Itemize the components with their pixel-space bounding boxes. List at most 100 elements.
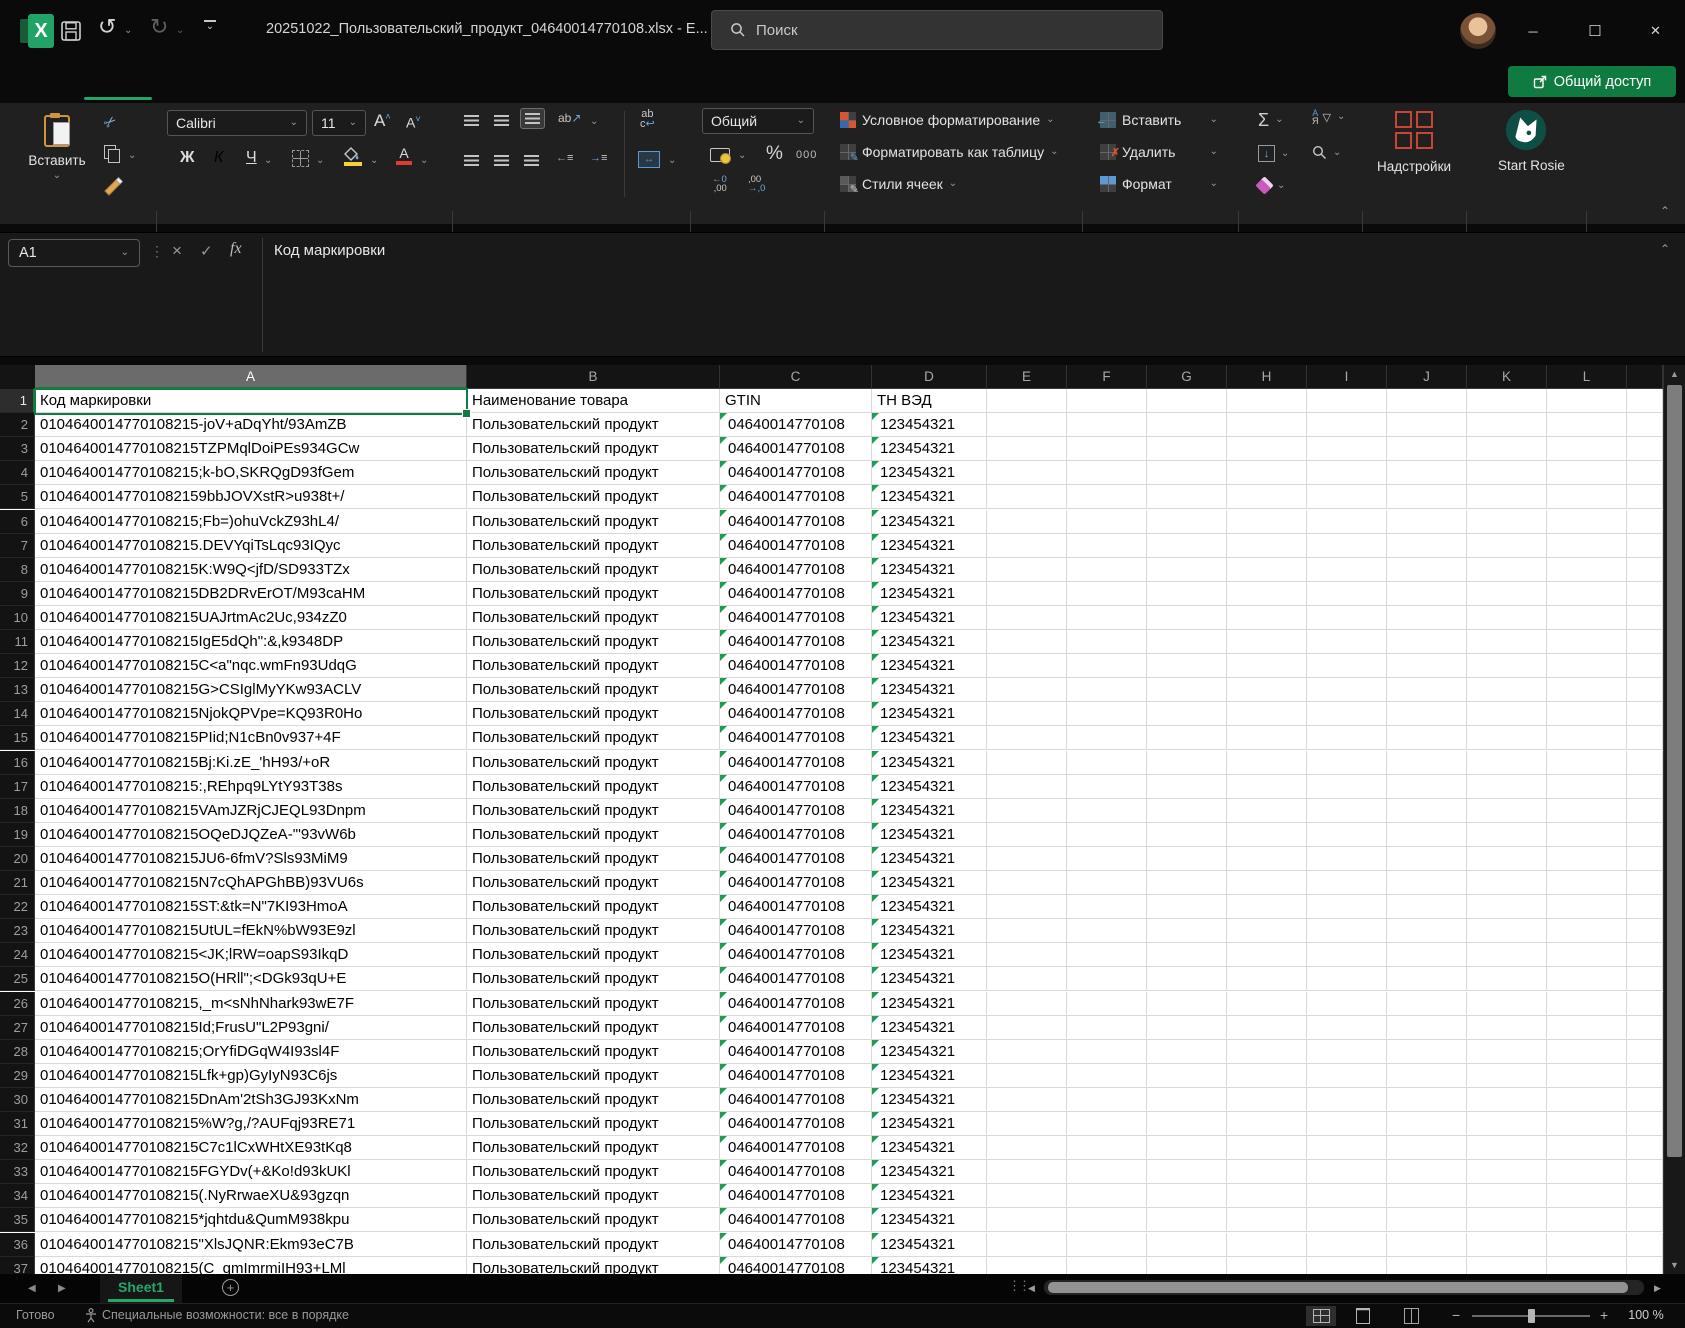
row-header-9[interactable]: 9: [0, 582, 35, 606]
cell-J10[interactable]: [1387, 606, 1467, 630]
cell-M12[interactable]: [1627, 654, 1663, 678]
cell-K8[interactable]: [1467, 558, 1547, 582]
cell-F26[interactable]: [1067, 992, 1147, 1016]
row-header-13[interactable]: 13: [0, 678, 35, 702]
currency-format-dropdown[interactable]: ⌄: [738, 151, 746, 161]
sheet-nav-right[interactable]: ▶: [58, 1283, 66, 1294]
cell-D6[interactable]: 123454321: [872, 510, 987, 534]
copy-dropdown[interactable]: ⌄: [128, 151, 136, 161]
cell-M37[interactable]: [1627, 1257, 1663, 1274]
increase-decimal-button[interactable]: ←0,00: [712, 175, 727, 193]
cell-I3[interactable]: [1307, 437, 1387, 461]
cell-I28[interactable]: [1307, 1040, 1387, 1064]
cell-H16[interactable]: [1227, 751, 1307, 775]
row-header-14[interactable]: 14: [0, 702, 35, 726]
cell-B5[interactable]: Пользовательский продукт: [467, 485, 720, 509]
cell-G20[interactable]: [1147, 847, 1227, 871]
font-size-select[interactable]: 11⌄: [312, 110, 366, 136]
cell-B27[interactable]: Пользовательский продукт: [467, 1016, 720, 1040]
cell-B21[interactable]: Пользовательский продукт: [467, 871, 720, 895]
cell-G12[interactable]: [1147, 654, 1227, 678]
cell-I25[interactable]: [1307, 967, 1387, 991]
cell-C37[interactable]: 04640014770108: [720, 1257, 872, 1274]
cell-L21[interactable]: [1547, 871, 1627, 895]
cell-E30[interactable]: [987, 1088, 1067, 1112]
cell-M2[interactable]: [1627, 413, 1663, 437]
cell-C15[interactable]: 04640014770108: [720, 726, 872, 750]
copy-button[interactable]: [104, 145, 120, 161]
cell-A19[interactable]: 0104640014770108215OQeDJQZeA-'"93vW6b: [35, 823, 467, 847]
cell-F2[interactable]: [1067, 413, 1147, 437]
cell-D25[interactable]: 123454321: [872, 967, 987, 991]
collapse-formula-bar-button[interactable]: ⌃: [1660, 243, 1670, 255]
cell-L28[interactable]: [1547, 1040, 1627, 1064]
cell-A7[interactable]: 0104640014770108215.DEVYqiTsLqc93IQyc: [35, 534, 467, 558]
cell-B24[interactable]: Пользовательский продукт: [467, 943, 720, 967]
percent-style-button[interactable]: %: [766, 143, 783, 165]
autosum-button[interactable]: Σ⌄: [1258, 111, 1284, 129]
cell-E9[interactable]: [987, 582, 1067, 606]
cell-F4[interactable]: [1067, 461, 1147, 485]
column-header-D[interactable]: D: [872, 365, 987, 389]
insert-function-button[interactable]: fx: [230, 240, 242, 258]
cell-M22[interactable]: [1627, 895, 1663, 919]
cell-M17[interactable]: [1627, 775, 1663, 799]
cell-A5[interactable]: 01046400147701082159bbJOVXstR>u938t+/: [35, 485, 467, 509]
cancel-button[interactable]: ×: [172, 241, 182, 261]
row-header-7[interactable]: 7: [0, 534, 35, 558]
cell-A30[interactable]: 0104640014770108215DnAm'2tSh3GJ93KxNm: [35, 1088, 467, 1112]
cell-A27[interactable]: 0104640014770108215Id;FrusU"L2P93gni/: [35, 1016, 467, 1040]
cell-L9[interactable]: [1547, 582, 1627, 606]
cell-I6[interactable]: [1307, 510, 1387, 534]
cell-F34[interactable]: [1067, 1184, 1147, 1208]
cell-K11[interactable]: [1467, 630, 1547, 654]
cell-H31[interactable]: [1227, 1112, 1307, 1136]
cell-D16[interactable]: 123454321: [872, 751, 987, 775]
cell-G18[interactable]: [1147, 799, 1227, 823]
fill-button[interactable]: ↓ ⌄: [1258, 145, 1289, 162]
cell-I10[interactable]: [1307, 606, 1387, 630]
cell-A9[interactable]: 0104640014770108215DB2DRvErOT/M93caHM: [35, 582, 467, 606]
cell-G34[interactable]: [1147, 1184, 1227, 1208]
cell-F1[interactable]: [1067, 389, 1147, 413]
cell-B26[interactable]: Пользовательский продукт: [467, 992, 720, 1016]
cell-J32[interactable]: [1387, 1136, 1467, 1160]
cell-G19[interactable]: [1147, 823, 1227, 847]
cell-L18[interactable]: [1547, 799, 1627, 823]
cell-J6[interactable]: [1387, 510, 1467, 534]
scroll-down-arrow[interactable]: ▼: [1670, 1260, 1679, 1270]
cell-A31[interactable]: 0104640014770108215%W?g,/?AUFqj93RE71: [35, 1112, 467, 1136]
bold-button[interactable]: Ж: [180, 149, 194, 167]
cell-B10[interactable]: Пользовательский продукт: [467, 606, 720, 630]
cell-I31[interactable]: [1307, 1112, 1387, 1136]
cell-G24[interactable]: [1147, 943, 1227, 967]
row-header-34[interactable]: 34: [0, 1184, 35, 1208]
cell-G15[interactable]: [1147, 726, 1227, 750]
cell-F25[interactable]: [1067, 967, 1147, 991]
font-color-dropdown[interactable]: ⌄: [420, 156, 428, 166]
cell-E11[interactable]: [987, 630, 1067, 654]
cell-A28[interactable]: 0104640014770108215;OrYfiDGqW4I93sl4F: [35, 1040, 467, 1064]
cell-J19[interactable]: [1387, 823, 1467, 847]
cell-L27[interactable]: [1547, 1016, 1627, 1040]
cell-J20[interactable]: [1387, 847, 1467, 871]
cell-A6[interactable]: 0104640014770108215;Fb=)ohuVckZ93hL4/: [35, 510, 467, 534]
cell-D11[interactable]: 123454321: [872, 630, 987, 654]
cell-C35[interactable]: 04640014770108: [720, 1208, 872, 1232]
cell-K36[interactable]: [1467, 1233, 1547, 1257]
cell-C27[interactable]: 04640014770108: [720, 1016, 872, 1040]
cell-B12[interactable]: Пользовательский продукт: [467, 654, 720, 678]
row-header-18[interactable]: 18: [0, 799, 35, 823]
cell-H28[interactable]: [1227, 1040, 1307, 1064]
cell-F24[interactable]: [1067, 943, 1147, 967]
cell-C9[interactable]: 04640014770108: [720, 582, 872, 606]
cell-K31[interactable]: [1467, 1112, 1547, 1136]
cell-I24[interactable]: [1307, 943, 1387, 967]
cell-J23[interactable]: [1387, 919, 1467, 943]
cell-C19[interactable]: 04640014770108: [720, 823, 872, 847]
cell-G31[interactable]: [1147, 1112, 1227, 1136]
cell-M24[interactable]: [1627, 943, 1663, 967]
increase-indent-button[interactable]: →≡: [590, 152, 607, 164]
cell-G14[interactable]: [1147, 702, 1227, 726]
cell-D21[interactable]: 123454321: [872, 871, 987, 895]
